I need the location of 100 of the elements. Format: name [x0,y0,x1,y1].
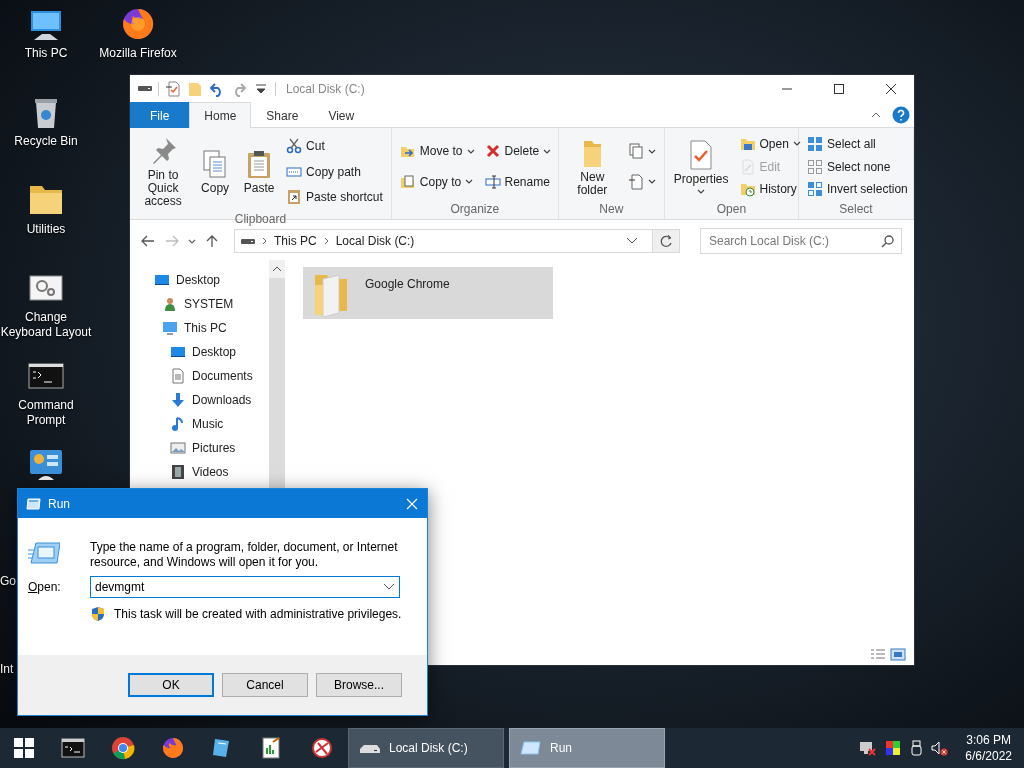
breadcrumb[interactable]: Local Disk (C:) [335,234,415,248]
run-icon [520,740,542,756]
refresh-button[interactable] [652,229,680,253]
search-field[interactable]: Search Local Disk (C:) [707,233,881,249]
select-none-icon [807,158,823,175]
ribbon-button[interactable]: Properties [668,134,734,199]
ribbon-button[interactable]: Select none [803,156,912,177]
nav-item[interactable]: This PC [184,321,227,335]
back-arrow-icon[interactable] [140,233,156,249]
large-icons-view-icon[interactable] [890,647,906,661]
ribbon-button[interactable]: Cut [282,136,387,157]
ribbon-button[interactable]: New folder [562,132,622,201]
dropdown-icon[interactable] [383,583,395,591]
flame-globe-icon[interactable] [120,6,156,42]
ribbon-button[interactable]: Invert selection [803,179,912,200]
usb-drive-icon[interactable] [909,740,924,756]
delete-icon [484,143,501,160]
new-item-icon [627,143,644,160]
nav-item[interactable]: Videos [192,465,229,479]
ribbon-button[interactable]: Rename [480,171,556,192]
ribbon-button[interactable]: Pin to Quick access [134,131,193,212]
dialog-button[interactable]: Browse... [316,673,402,697]
scroll-up-icon[interactable] [272,266,282,272]
desktop-icon-label[interactable]: Go [0,534,16,589]
caret-icon [697,187,706,195]
breadcrumb[interactable]: This PC [274,234,317,248]
ribbon-button[interactable]: Open [735,133,805,154]
desktop-icon-label[interactable]: Mozilla Firefox [99,46,177,61]
group-label: Open [715,202,748,218]
nav-item[interactable]: Documents [192,369,253,383]
run-icon [28,540,60,566]
group-label: New [598,202,625,218]
history-icon [739,181,756,198]
ribbon-button[interactable]: Move to [395,141,479,162]
taskbar-window-button[interactable]: Run [509,728,665,768]
scissors-circle-icon [310,736,334,760]
ribbon-button[interactable]: History [735,179,805,200]
chevron-icon [322,237,330,245]
picture-icon [170,440,186,456]
nav-item[interactable]: Desktop [176,273,221,287]
desktop-icon-label[interactable]: Utilities [26,222,66,237]
clock[interactable]: 3:06 PM 6/6/2022 [957,732,1024,764]
taskbar-window-button[interactable]: Local Disk (C:) [348,728,504,768]
nav-item[interactable]: SYSTEM [184,297,234,311]
ribbon-button[interactable]: Paste [238,144,281,199]
desktop-icon-label[interactable]: Int [0,622,14,677]
file-menu-tab[interactable]: File [130,102,190,128]
dialog-button[interactable]: Cancel [222,673,308,697]
nav-item[interactable]: Music [192,417,224,431]
group-label: Organize [449,202,501,218]
folder-copy-icon [399,173,416,190]
desktop-icon-label[interactable]: Command Prompt [0,398,92,428]
ribbon-button[interactable]: Select all [803,133,912,154]
desktop-icon [170,344,186,360]
muted-speaker-icon[interactable] [931,740,950,756]
dialog-button[interactable]: OK [128,673,214,697]
ribbon-button[interactable]: Paste shortcut [282,186,387,207]
drive-icon [241,238,255,244]
maximize-icon [833,82,845,95]
invert-selection-icon [807,181,823,198]
download-arrow-icon [170,392,186,408]
caret-icon [647,178,656,186]
caret-icon [792,140,801,148]
caret-icon [466,147,475,155]
document-icon [170,368,186,384]
select-all-icon [807,135,823,152]
folder-item[interactable]: Google Chrome [303,267,553,319]
desktop-icon-label[interactable]: Recycle Bin [14,134,78,149]
close-icon [406,497,418,510]
shield-icon [90,606,106,622]
ribbon-tab[interactable]: Home [189,102,252,128]
caret-icon [647,147,656,155]
desktop-icon-label[interactable]: Change Keyboard Layout [0,310,92,340]
desktop-icon-label[interactable]: This PC [24,46,68,61]
refresh-icon [659,234,673,248]
ribbon-tab[interactable]: View [313,102,370,128]
address-bar[interactable]: This PC Local Disk (C:) [234,229,653,253]
search-box[interactable]: Search Local Disk (C:) [700,228,902,254]
user-icon [162,296,178,312]
search-icon [881,234,895,248]
color-grid-icon[interactable] [885,740,902,756]
description-text: Type the name of a program, folder, document, or Internet resource, and Windows will open it for you. [90,540,399,570]
nav-item[interactable]: Downloads [192,393,252,407]
open-combo-box[interactable]: devmgmt [90,576,400,598]
ribbon-button[interactable]: Copy [194,144,237,199]
ribbon-tab[interactable]: Share [251,102,314,128]
nav-item[interactable]: Pictures [192,441,236,455]
ribbon-button[interactable]: Delete [480,141,556,162]
chrome-icon [111,736,135,760]
window-title: Run [48,496,71,511]
network-error-icon[interactable] [859,740,878,756]
ribbon-button[interactable]: Copy to [395,171,479,192]
drive-icon [138,86,152,91]
nav-item[interactable]: Desktop [192,345,237,359]
help-icon[interactable] [892,105,910,124]
field-label: Open: [28,580,62,594]
checked-document-icon[interactable] [165,80,181,97]
up-arrow-icon[interactable] [204,233,220,249]
text-cursor-icon [484,173,501,190]
ribbon-button[interactable]: Copy path [282,161,387,182]
